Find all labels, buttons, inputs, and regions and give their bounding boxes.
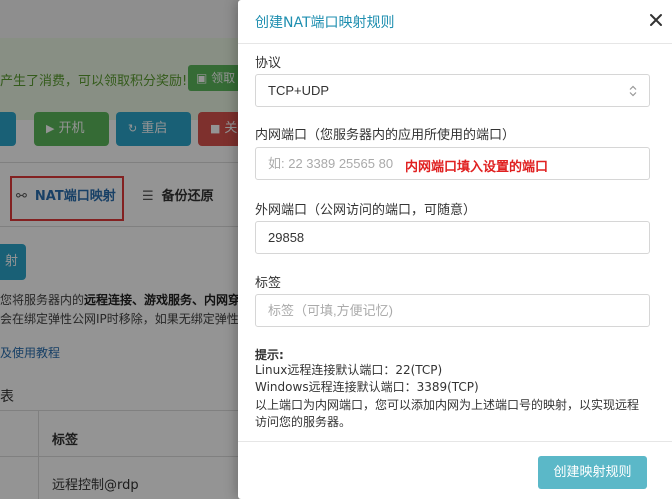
- hint-line: 以上端口为内网端口，您可以添加内网为上述端口号的映射，以实现远程: [255, 398, 640, 412]
- create-rule-button[interactable]: 创建映射规则: [538, 456, 647, 489]
- create-nat-rule-modal: 创建NAT端口映射规则 协议 TCP+UDP 内网端口（您服务器内的应用所使用的…: [238, 0, 672, 499]
- close-icon[interactable]: [646, 10, 666, 30]
- external-port-label: 外网端口（公网访问的端口，可随意）: [255, 203, 477, 218]
- modal-header: 创建NAT端口映射规则: [238, 0, 672, 44]
- modal-title: 创建NAT端口映射规则: [255, 15, 395, 31]
- protocol-select[interactable]: TCP+UDP: [255, 74, 650, 107]
- protocol-label: 协议: [255, 56, 282, 71]
- select-arrows-icon: [629, 85, 637, 97]
- internal-port-annotation: 内网端口填入设置的端口: [405, 160, 549, 175]
- tag-label: 标签: [255, 276, 282, 291]
- tag-input[interactable]: [255, 294, 650, 327]
- external-port-input[interactable]: [255, 221, 650, 254]
- hint-line: Windows远程连接默认端口：3389(TCP): [255, 380, 479, 394]
- internal-port-label: 内网端口（您服务器内的应用所使用的端口）: [255, 128, 516, 143]
- hint-line: 访问您的服务器。: [255, 415, 352, 429]
- hint-title: 提示:: [255, 348, 284, 362]
- modal-body: 协议 TCP+UDP 内网端口（您服务器内的应用所使用的端口） 内网端口填入设置…: [238, 44, 672, 444]
- protocol-value: TCP+UDP: [268, 83, 330, 98]
- hint-line: Linux远程连接默认端口：22(TCP): [255, 363, 443, 377]
- modal-footer: 创建映射规则: [238, 441, 672, 499]
